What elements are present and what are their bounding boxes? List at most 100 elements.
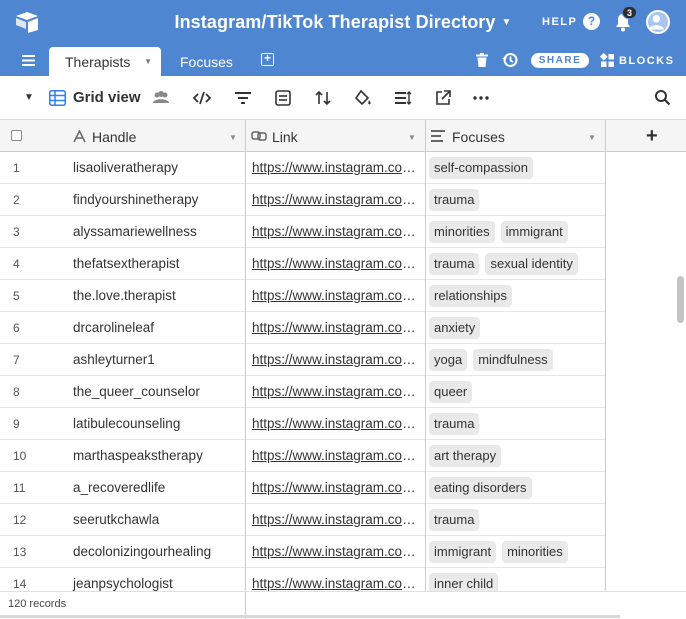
cell-focuses[interactable]: immigrant minorities [429,541,574,563]
cell-handle[interactable]: findyourshinetherapy [73,192,198,207]
share-button[interactable]: SHARE [531,53,589,68]
cell-handle[interactable]: thefatsextherapist [73,256,180,271]
table-row[interactable]: 6 drcarolineleaf https://www.instagram.com… [0,312,605,344]
cell-focuses[interactable]: queer [429,381,478,403]
cell-link[interactable]: https://www.instagram.com/a_recoveredlif… [252,480,418,495]
collaborators-icon[interactable] [152,89,170,107]
cell-focuses[interactable]: minorities immigrant [429,221,574,243]
focus-tag: self-compassion [429,157,533,179]
table-row[interactable]: 1 lisaoliveratherapy https://www.instagram… [0,152,605,184]
history-icon[interactable] [502,52,518,68]
table-row[interactable]: 9 latibulecounseling https://www.instagram… [0,408,605,440]
trash-icon[interactable] [476,53,488,67]
chevron-down-icon[interactable]: ▼ [408,133,416,142]
cell-handle[interactable]: ashleyturner1 [73,352,155,367]
grid-footer: 120 records [0,591,686,619]
cell-link[interactable]: https://www.instagram.com/the.love.thera… [252,288,418,303]
cell-handle[interactable]: seerutkchawla [73,512,159,527]
avatar[interactable] [646,10,670,34]
tab-therapists[interactable]: Therapists ▼ [49,47,161,76]
cell-focuses[interactable]: trauma sexual identity [429,253,584,275]
search-icon[interactable] [654,89,671,106]
cell-link[interactable]: https://www.instagram.com/latibulecounse… [252,416,418,431]
chevron-down-icon[interactable]: ▼ [144,57,152,66]
help-icon[interactable]: ? [583,13,600,30]
cell-link[interactable]: https://www.instagram.com/decolonizingou… [252,544,418,559]
cell-link[interactable]: https://www.instagram.com/thefatsexthera… [252,256,418,271]
table-row[interactable]: 4 thefatsextherapist https://www.instagram… [0,248,605,280]
add-field-button[interactable]: + [646,125,658,148]
column-header-link[interactable]: Link ▼ [246,120,426,152]
views-sidebar-toggle-icon[interactable]: ▼ [24,92,34,103]
cell-link[interactable]: https://www.instagram.com/alyssamariewel… [252,224,418,239]
focus-tag: anxiety [429,317,481,339]
cell-focuses[interactable]: relationships [429,285,518,307]
row-number: 6 [13,321,20,335]
table-row[interactable]: 3 alyssamariewellness https://www.instagra… [0,216,605,248]
record-count: 120 records [8,598,67,610]
cell-link[interactable]: https://www.instagram.com/drcarolineleaf… [252,320,418,335]
table-row[interactable]: 8 the_queer_counselor https://www.instagra… [0,376,605,408]
chevron-down-icon[interactable]: ▼ [229,133,237,142]
share-view-icon[interactable] [434,89,452,107]
more-options-icon[interactable] [472,89,490,107]
focus-tag: mindfulness [473,349,553,371]
table-row[interactable]: 10 marthaspeakstherapy https://www.instagr… [0,440,605,472]
row-number: 10 [13,449,27,463]
cell-focuses[interactable]: anxiety [429,317,486,339]
chevron-down-icon[interactable]: ▼ [588,133,596,142]
cell-link[interactable]: https://www.instagram.com/jeanpsychologi… [252,576,418,591]
tab-focuses[interactable]: Focuses [180,54,233,70]
notification-badge: 3 [622,6,637,19]
cell-handle[interactable]: the_queer_counselor [73,384,200,399]
embed-code-icon[interactable] [193,89,211,107]
table-row[interactable]: 13 decolonizingourhealing https://www.inst… [0,536,605,568]
help-link[interactable]: HELP [542,16,577,28]
group-icon[interactable] [274,89,292,107]
cell-handle[interactable]: jeanpsychologist [73,576,173,591]
color-paint-bucket-icon[interactable] [354,89,372,107]
table-row[interactable]: 7 ashleyturner1 https://www.instagram.com/… [0,344,605,376]
column-header-handle[interactable]: Handle ▼ [46,120,245,152]
table-row[interactable]: 12 seerutkchawla https://www.instagram.com… [0,504,605,536]
cell-focuses[interactable]: trauma [429,189,485,211]
cell-link[interactable]: https://www.instagram.com/marthaspeaksth… [252,448,418,463]
sort-icon[interactable] [314,89,332,107]
cell-handle[interactable]: a_recoveredlife [73,480,165,495]
cell-link[interactable]: https://www.instagram.com/ashleyturner1/ [252,352,418,367]
cell-link[interactable]: https://www.instagram.com/seerutkchawla/ [252,512,418,527]
cell-link[interactable]: https://www.instagram.com/lisaoliverathe… [252,160,418,175]
cell-focuses[interactable]: eating disorders [429,477,538,499]
cell-handle[interactable]: lisaoliveratherapy [73,160,178,175]
table-row[interactable]: 11 a_recoveredlife https://www.instagram.c… [0,472,605,504]
cell-focuses[interactable]: trauma [429,509,485,531]
table-row[interactable]: 5 the.love.therapist https://www.instagram… [0,280,605,312]
cell-link[interactable]: https://www.instagram.com/the_queer_coun… [252,384,418,399]
table-row[interactable]: 2 findyourshinetherapy https://www.instagr… [0,184,605,216]
table-row[interactable]: 14 jeanpsychologist https://www.instagram.… [0,568,605,591]
filter-icon[interactable] [234,89,252,107]
cell-handle[interactable]: the.love.therapist [73,288,176,303]
cell-focuses[interactable]: trauma [429,413,485,435]
column-header-focuses[interactable]: Focuses ▼ [426,120,606,152]
cell-focuses[interactable]: inner child [429,573,504,591]
cell-handle[interactable]: latibulecounseling [73,416,180,431]
cell-handle[interactable]: drcarolineleaf [73,320,154,335]
hamburger-menu-icon[interactable] [22,55,35,66]
vertical-scrollbar[interactable] [677,276,684,323]
select-all-checkbox[interactable] [11,130,22,141]
cell-focuses[interactable]: art therapy [429,445,507,467]
cell-focuses[interactable]: yoga mindfulness [429,349,559,371]
cell-focuses[interactable]: self-compassion [429,157,539,179]
column-divider [605,120,606,591]
blocks-icon[interactable] [600,53,615,68]
cell-link[interactable]: https://www.instagram.com/findyourshinet… [252,192,418,207]
row-number: 3 [13,225,20,239]
row-height-icon[interactable] [394,89,412,107]
cell-handle[interactable]: marthaspeakstherapy [73,448,203,463]
add-table-icon[interactable]: + [261,52,274,66]
cell-handle[interactable]: alyssamariewellness [73,224,197,239]
cell-handle[interactable]: decolonizingourhealing [73,544,211,559]
blocks-button[interactable]: BLOCKS [619,55,674,67]
view-name[interactable]: Grid view [73,89,141,106]
